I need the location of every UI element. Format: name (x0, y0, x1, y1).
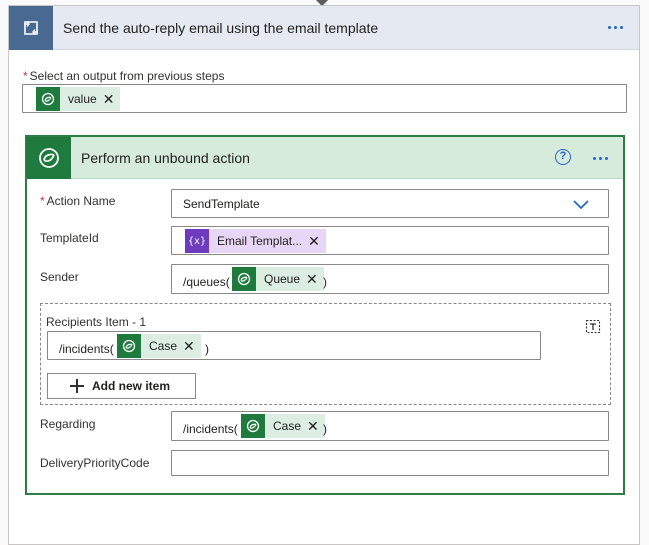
remove-token-icon[interactable]: ✕ (183, 339, 201, 353)
recipients-field[interactable]: /incidents( Case ✕ ) (47, 331, 541, 360)
dataverse-icon (117, 334, 141, 358)
card-header[interactable]: Send the auto-reply email using the emai… (9, 6, 639, 50)
more-icon[interactable] (593, 157, 608, 160)
template-id-label: TemplateId (40, 231, 99, 245)
loop-icon (9, 6, 53, 50)
add-new-item-label: Add new item (92, 379, 171, 393)
recipients-label: Recipients Item - 1 (46, 315, 147, 329)
recipients-token[interactable]: Case ✕ (117, 334, 201, 358)
recipients-prefix: /incidents( (59, 342, 114, 356)
action-title: Perform an unbound action (81, 150, 250, 166)
delete-icon[interactable] (585, 318, 601, 337)
template-token[interactable]: {x} Email Templat... ✕ (185, 229, 326, 253)
sender-field[interactable]: /queues( Queue ✕ ) (171, 264, 609, 294)
required-marker: * (23, 69, 28, 83)
sender-prefix: /queues( (183, 275, 230, 289)
regarding-token[interactable]: Case ✕ (241, 414, 325, 438)
plus-icon (70, 379, 84, 393)
regarding-label: Regarding (40, 417, 96, 431)
dataverse-icon (232, 267, 256, 291)
apply-to-each-card: Send the auto-reply email using the emai… (8, 5, 640, 545)
sender-token[interactable]: Queue ✕ (232, 267, 324, 291)
token-label: Case (273, 419, 302, 433)
output-field-label: * Select an output from previous steps (23, 69, 225, 83)
action-name-value: SendTemplate (183, 197, 260, 211)
token-label: Queue (264, 272, 301, 286)
delivery-priority-label: DeliveryPriorityCode (40, 456, 150, 470)
template-id-field[interactable]: {x} Email Templat... ✕ (171, 226, 609, 255)
help-icon[interactable]: ? (555, 149, 571, 165)
more-icon[interactable] (608, 26, 623, 29)
sender-suffix: ) (323, 275, 327, 289)
dataverse-icon (241, 414, 265, 438)
recipients-array-item: Recipients Item - 1 /incidents( Case ✕ )… (40, 303, 611, 405)
chevron-down-icon[interactable] (572, 198, 590, 213)
variable-icon: {x} (185, 229, 209, 253)
remove-token-icon[interactable]: ✕ (306, 272, 324, 286)
required-marker: * (40, 194, 45, 208)
add-new-item-button[interactable]: Add new item (47, 373, 196, 399)
output-field[interactable]: value ✕ (22, 84, 627, 113)
regarding-prefix: /incidents( (183, 422, 238, 436)
unbound-action-card: Perform an unbound action ? * Action Name… (25, 135, 625, 495)
action-name-dropdown[interactable]: SendTemplate (171, 189, 609, 218)
token-label: value (68, 92, 97, 106)
card-title: Send the auto-reply email using the emai… (63, 20, 379, 36)
remove-token-icon[interactable]: ✕ (103, 92, 121, 106)
dataverse-icon (36, 87, 60, 111)
action-name-label: * Action Name (40, 194, 116, 208)
token-label: Email Templat... (217, 234, 303, 248)
dataverse-icon (27, 137, 71, 179)
regarding-field[interactable]: /incidents( Case ✕ ) (171, 411, 609, 441)
token-label: Case (149, 339, 178, 353)
delivery-priority-field[interactable] (171, 450, 609, 476)
output-token[interactable]: value ✕ (36, 87, 121, 111)
sender-label: Sender (40, 270, 79, 284)
action-header[interactable]: Perform an unbound action ? (27, 137, 623, 179)
recipients-suffix: ) (205, 342, 209, 356)
remove-token-icon[interactable]: ✕ (308, 234, 326, 248)
regarding-suffix: ) (323, 422, 327, 436)
